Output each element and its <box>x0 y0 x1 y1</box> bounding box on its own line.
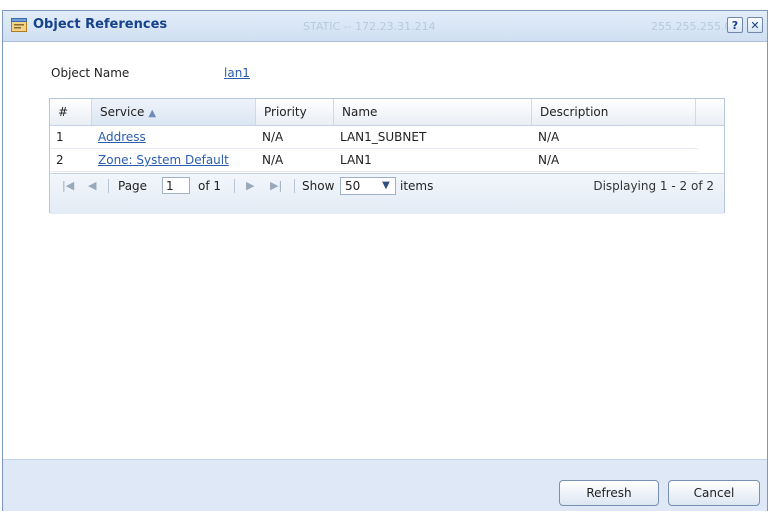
description-cell: N/A <box>538 153 560 167</box>
page-size-select[interactable]: 50 ▼ <box>340 177 396 195</box>
help-button[interactable]: ? <box>727 17 743 33</box>
separator <box>108 179 109 193</box>
background-mask-text: 255.255.255.0 <box>651 20 732 33</box>
column-header-description[interactable]: Description <box>532 99 696 125</box>
service-link[interactable]: Address <box>92 126 256 148</box>
name-cell: LAN1_SUBNET <box>340 130 427 144</box>
refresh-button[interactable]: Refresh <box>559 480 659 506</box>
items-label: items <box>400 179 434 193</box>
dialog-title: Object References <box>33 17 168 32</box>
row-number: 2 <box>56 153 64 167</box>
last-page-icon[interactable]: ▶| <box>270 174 282 198</box>
displaying-status: Displaying 1 - 2 of 2 <box>593 179 714 193</box>
page-count-label: of 1 <box>198 179 222 193</box>
sort-ascending-icon: ▲ <box>148 108 157 119</box>
close-button[interactable]: ✕ <box>747 17 763 33</box>
object-name-label: Object Name <box>51 66 130 80</box>
page-size-value: 50 <box>345 179 361 193</box>
column-header-name[interactable]: Name <box>334 99 532 125</box>
page-number-input[interactable]: 1 <box>162 177 190 194</box>
description-cell: N/A <box>538 130 560 144</box>
first-page-icon[interactable]: |◀ <box>62 174 74 198</box>
table-header: # Service ▲ Priority Name Description <box>50 99 724 126</box>
show-label: Show <box>302 179 335 193</box>
dialog-footer: Refresh Cancel <box>3 459 767 511</box>
separator <box>234 179 235 193</box>
references-table: # Service ▲ Priority Name Description 1 A… <box>49 98 725 214</box>
row-number: 1 <box>56 130 64 144</box>
pagination-toolbar: |◀ ◀ Page 1 of 1 ▶ ▶| Show 50 ▼ items Di… <box>50 173 724 214</box>
close-icon: ✕ <box>750 19 760 32</box>
column-header-number[interactable]: # <box>50 99 92 125</box>
column-header-service[interactable]: Service ▲ <box>92 99 256 125</box>
background-status-text: STATIC -- 172.23.31.214 <box>303 20 436 33</box>
priority-cell: N/A <box>262 153 284 167</box>
table-row[interactable]: 2 Zone: System Default N/A LAN1 N/A <box>50 149 698 172</box>
priority-cell: N/A <box>262 130 284 144</box>
separator <box>294 179 295 193</box>
next-page-icon[interactable]: ▶ <box>246 174 254 198</box>
table-row[interactable]: 1 Address N/A LAN1_SUBNET N/A <box>50 126 698 149</box>
chevron-down-icon: ▼ <box>382 180 390 191</box>
window-icon <box>11 18 27 32</box>
service-link[interactable]: Zone: System Default <box>92 149 256 171</box>
page-label: Page <box>118 179 148 193</box>
name-cell: LAN1 <box>340 153 372 167</box>
column-header-priority[interactable]: Priority <box>256 99 334 125</box>
object-name-link[interactable]: lan1 <box>224 66 250 80</box>
help-icon: ? <box>731 19 739 32</box>
cancel-button[interactable]: Cancel <box>668 480 760 506</box>
previous-page-icon[interactable]: ◀ <box>88 174 96 198</box>
object-references-dialog: Object References STATIC -- 172.23.31.21… <box>2 10 768 511</box>
dialog-titlebar[interactable]: Object References STATIC -- 172.23.31.21… <box>3 11 767 42</box>
